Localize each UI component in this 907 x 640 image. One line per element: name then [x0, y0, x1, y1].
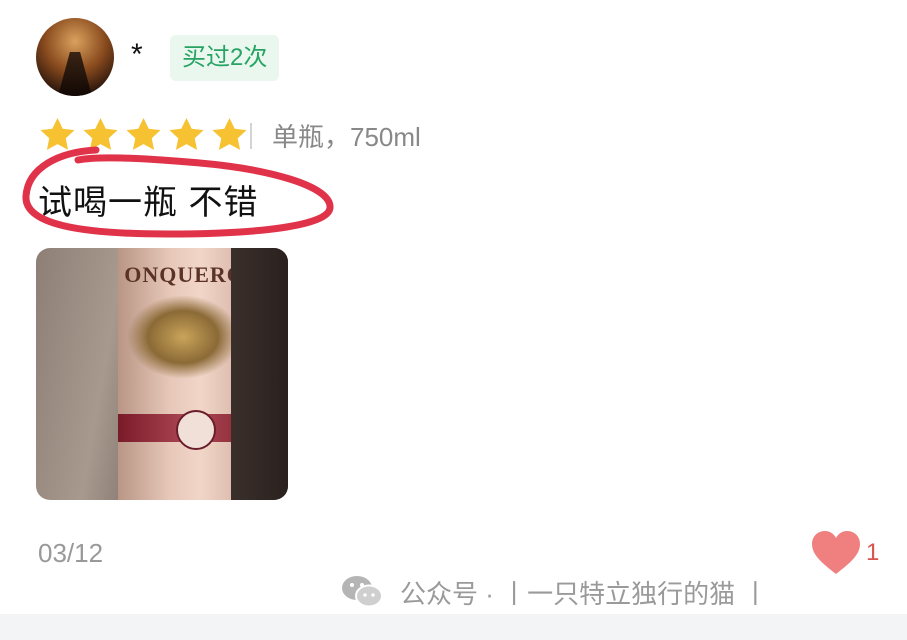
username[interactable]: *	[131, 40, 143, 70]
like-count: 1	[866, 539, 880, 566]
watermark-text: 公众号 · 丨一只特立独行的猫 丨	[400, 578, 769, 609]
wechat-icon	[342, 576, 383, 608]
bottle-emblem	[176, 410, 216, 450]
photo-shadow	[231, 248, 288, 500]
avatar-image-detail	[58, 52, 92, 96]
review-date: 03/12	[38, 538, 104, 568]
bottom-strip	[0, 614, 907, 640]
red-circle-annotation	[22, 146, 334, 238]
watermark: 公众号 · 丨一只特立独行的猫 丨	[340, 572, 768, 612]
purchase-count-badge: 买过2次	[170, 35, 280, 81]
review-card: * 买过2次 单瓶，750ml 试喝一瓶 不错 ONQUEROR 03/12 1	[0, 0, 907, 614]
heart-icon[interactable]	[810, 530, 862, 576]
bottle-crest	[128, 296, 238, 378]
avatar[interactable]	[36, 18, 114, 96]
review-photo[interactable]: ONQUEROR	[36, 248, 288, 500]
